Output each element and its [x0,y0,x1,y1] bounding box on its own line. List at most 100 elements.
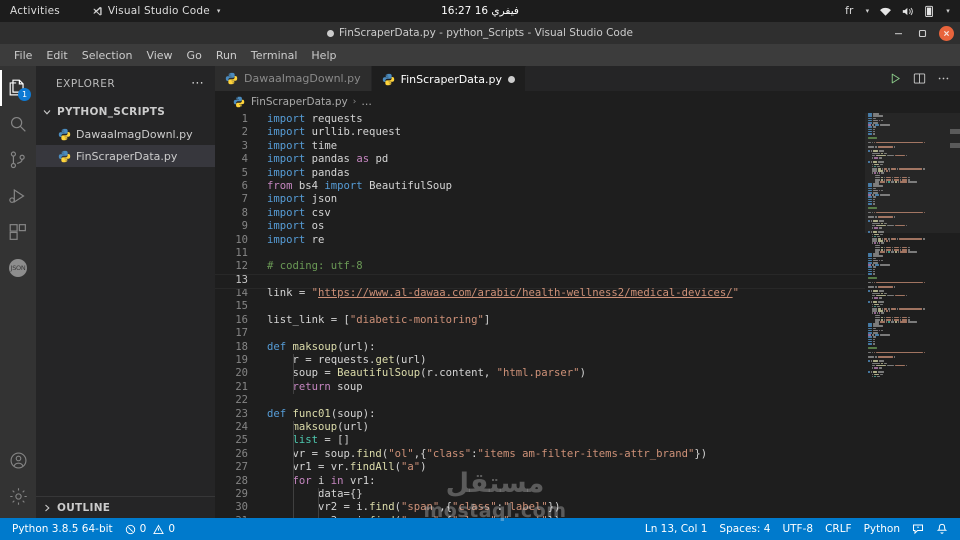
breadcrumb-file[interactable]: FinScraperData.py [251,96,348,108]
code-line[interactable]: 16 list_link = ["diabetic-monitoring"] [215,314,865,327]
menu-selection[interactable]: Selection [75,47,140,64]
indent-guide [318,487,320,502]
code-token: find [356,447,382,460]
minimize-button[interactable] [891,26,906,41]
editor-tabs-bar: DawaaImagDownl.py FinScraperData.py [215,66,960,91]
status-feedback-button[interactable] [906,518,930,540]
menu-go[interactable]: Go [180,47,209,64]
status-editor-indentation[interactable]: Spaces: 4 [713,518,776,540]
code-editor[interactable]: 1 import requests 2 import urllib.request 3 i… [215,113,865,518]
status-problems[interactable]: 0 0 [119,518,181,540]
minimap-segment [868,198,873,201]
code-token: find [369,501,395,514]
menu-file[interactable]: File [7,47,39,64]
activity-bar-item-extensions[interactable] [0,214,36,250]
code-line[interactable]: 7 import json [215,193,865,206]
code-line[interactable]: 21 return soup [215,380,865,395]
code-token: = [ [330,313,350,326]
run-python-file-button[interactable] [889,72,902,85]
code-line[interactable]: 23 def func01(soup): [215,408,865,421]
code-line[interactable]: 25 list = [] [215,434,865,448]
menu-view[interactable]: View [139,47,179,64]
menu-help[interactable]: Help [304,47,343,64]
code-line[interactable]: 17 [215,327,865,340]
activity-bar-item-source-control[interactable] [0,142,36,178]
code-line[interactable]: 4 import pandas as pd [215,153,865,166]
status-python-interpreter[interactable]: Python 3.8.5 64-bit [6,518,119,540]
more-actions-button[interactable] [937,72,950,85]
activity-bar-item-run-and-debug[interactable] [0,178,36,214]
maximize-button[interactable] [915,26,930,41]
sidebar-more-actions-button[interactable]: ⋯ [191,76,209,91]
code-line[interactable]: 15 [215,300,865,313]
split-editor-button[interactable] [913,72,926,85]
code-line[interactable]: 8 import csv [215,207,865,220]
code-line[interactable]: 3 import time [215,140,865,153]
keyboard-layout-label[interactable]: fr [845,5,853,17]
active-app-menu[interactable]: Visual Studio Code ▾ [92,5,221,17]
explorer-folder-python-scripts[interactable]: PYTHON_SCRIPTS [36,101,215,123]
code-line[interactable]: 1 import requests [215,113,865,126]
status-editor-position[interactable]: Ln 13, Col 1 [639,518,714,540]
code-line[interactable]: 2 import urllib.request [215,126,865,139]
code-line[interactable]: 22 [215,394,865,407]
activity-bar-item-search[interactable] [0,106,36,142]
minimap-segment [879,233,884,236]
activities-button[interactable]: Activities [0,5,70,17]
minimap-segment [868,185,873,188]
minimap-segment [888,170,890,172]
tab-dawaaimagdownl[interactable]: DawaaImagDownl.py [215,66,372,91]
menu-edit[interactable]: Edit [39,47,74,64]
code-line[interactable]: 24 maksoup(url) [215,420,865,435]
wifi-icon[interactable] [879,6,892,17]
activity-bar-item-explorer[interactable]: 1 [0,70,36,106]
code-line[interactable]: 29 data={} [215,487,865,502]
status-editor-eol[interactable]: CRLF [819,518,858,540]
code-token: import [267,220,306,233]
activity-bar-item-accounts[interactable] [0,442,36,478]
code-line[interactable]: 5 import pandas [215,167,865,180]
explorer-file-dawaaimagdownl[interactable]: DawaaImagDownl.py [36,123,215,145]
battery-icon[interactable] [925,5,934,17]
menu-terminal[interactable]: Terminal [244,47,305,64]
volume-icon[interactable] [902,6,915,17]
code-line[interactable]: 11 [215,247,865,260]
code-line[interactable]: 27 vr1 = vr.findAll("a") [215,461,865,475]
code-line[interactable]: 28 for i in vr1: [215,474,865,488]
code-line[interactable]: 13 [215,273,865,290]
tab-finscraperdata[interactable]: FinScraperData.py [371,66,526,91]
minimap-segment [868,146,875,148]
minimap-segment [871,373,873,376]
status-notifications-button[interactable] [930,518,954,540]
code-line[interactable]: 6 from bs4 import BeautifulSoup [215,180,865,193]
minimap-segment [873,373,879,376]
breadcrumb-symbol[interactable]: … [361,96,372,108]
status-editor-language[interactable]: Python [858,518,906,540]
close-button[interactable] [939,25,954,41]
line-number: 11 [235,246,248,259]
code-line[interactable]: 31 vr3 = i.find("span",{"class":"count"}… [215,514,865,518]
code-line[interactable]: 20 soup = BeautifulSoup(r.content, "html… [215,367,865,381]
code-text: # coding: utf-8 [267,260,865,273]
status-editor-encoding[interactable]: UTF-8 [776,518,819,540]
minimap-segment [879,373,884,376]
code-line[interactable]: 19 r = requests.get(url) [215,354,865,368]
code-line[interactable]: 12 # coding: utf-8 [215,260,865,273]
sidebar-section-outline[interactable]: OUTLINE [36,496,215,518]
code-line[interactable]: 9 import os [215,220,865,233]
code-line[interactable]: 10 import re [215,234,865,247]
code-line[interactable]: 18 def maksoup(url): [215,341,865,354]
menu-run[interactable]: Run [209,47,244,64]
minimap[interactable] [865,113,960,518]
activity-bar-item-json-extension[interactable]: JSON [0,250,36,286]
activity-bar-item-manage-settings[interactable] [0,478,36,514]
code-line[interactable]: 30 vr2 = i.find("span",{"class":"label"}… [215,501,865,515]
json-icon: JSON [9,259,27,277]
code-text: r = requests.get(url) [267,354,865,368]
code-line[interactable]: 26 vr = soup.find("ol",{"class":"items a… [215,447,865,462]
explorer-file-finscraperdata[interactable]: FinScraperData.py [36,145,215,167]
code-line[interactable]: 14 link = "https://www.al-dawaa.com/arabi… [215,287,865,300]
tab-dirty-icon[interactable] [507,75,515,83]
